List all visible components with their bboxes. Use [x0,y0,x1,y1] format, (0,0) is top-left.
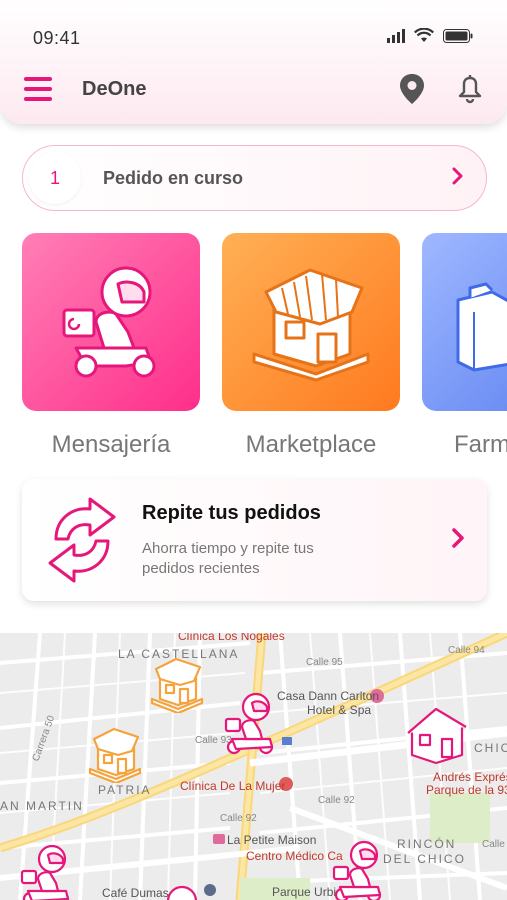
status-bar: 09:41 [33,26,473,50]
map-label: Calle 95 [306,657,343,668]
map-label: Parque de la 93 [426,783,507,797]
store-marker-icon [150,657,204,713]
courier-marker-icon [224,692,274,755]
map-label: PATRIA [98,783,152,797]
map-label: CHIC [474,741,507,755]
courier-marker-icon [332,840,382,900]
service-categories: Mensajería Marketplace Farm [22,233,507,463]
app-title: DeOne [82,77,147,100]
map-label: Casa Dann Carlton [277,689,380,703]
map-label: Calle 92 [318,795,355,806]
notifications-button[interactable] [455,72,485,106]
store-icon [252,268,370,382]
app-header: 09:41 DeOne [0,0,507,124]
delivery-map[interactable]: Clínica Los Nogales LA CASTELLANA Calle … [0,633,507,900]
courier-marker-icon [166,885,198,900]
order-count-badge: 1 [29,152,81,204]
house-marker-icon [407,707,467,765]
category-label: Mensajería [51,431,171,458]
hamburger-icon [24,77,52,81]
order-label: Pedido en curso [103,167,244,188]
map-label: Clínica Los Nogales [178,633,285,643]
battery-icon [443,28,473,48]
category-tile [422,233,507,411]
courier-motorbike-icon [62,266,156,378]
category-label: Farm [454,431,507,458]
map-label: Calle 92 [220,813,257,824]
map-label: DEL CHICO [383,852,466,866]
menu-button[interactable] [24,77,52,101]
map-label: La Petite Maison [227,833,317,847]
first-aid-kit-icon [456,282,507,372]
location-pin-icon [400,74,424,104]
app-bar: DeOne [24,70,485,108]
map-label: AN MARTIN [0,799,84,813]
category-tile [22,233,200,411]
repeat-title: Repite tus pedidos [142,501,321,524]
status-icons [387,27,473,48]
map-label: Clínica De La Mujer [180,779,286,793]
map-label: Hotel & Spa [307,703,372,717]
map-label: Café Dumas [102,886,169,900]
chevron-right-icon [451,527,465,554]
repeat-arrows-icon [48,497,116,583]
category-mensajeria[interactable]: Mensajería [22,233,200,459]
map-label: RINCÓN [397,837,457,851]
map-label: Parque Urbi [272,885,337,899]
chevron-right-icon [452,167,464,190]
status-time: 09:41 [33,27,81,48]
category-farmacia[interactable]: Farm [422,233,507,459]
signal-icon [387,28,405,48]
map-label: Centro Médico Ca [246,849,343,863]
category-marketplace[interactable]: Marketplace [222,233,400,459]
store-marker-icon [88,727,142,783]
map-label: Calle 93 [482,839,507,850]
map-label: Calle 94 [448,645,485,656]
courier-marker-icon [20,844,70,900]
category-label: Marketplace [245,431,377,458]
wifi-icon [414,27,434,48]
category-tile [222,233,400,411]
repeat-orders-card[interactable]: Repite tus pedidos Ahorra tiempo y repit… [22,479,487,601]
location-button[interactable] [397,72,427,106]
order-in-progress-button[interactable]: 1 Pedido en curso [22,145,487,211]
map-label: Andrés Exprés [433,770,507,784]
bell-icon [458,74,482,104]
repeat-subtitle: Ahorra tiempo y repite tus pedidos recie… [142,539,314,577]
